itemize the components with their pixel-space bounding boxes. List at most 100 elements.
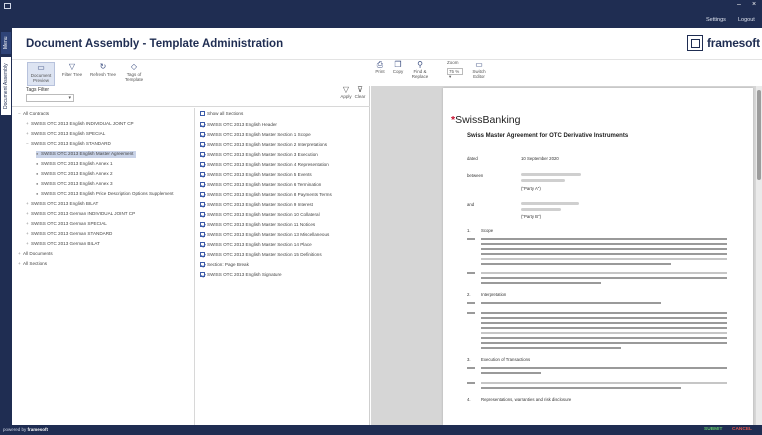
clear-filter-icon: ⊽ [357, 85, 363, 94]
tree-node[interactable]: + SWISS OTC 2013 English SPECIAL [26, 131, 105, 138]
paragraph-number [467, 272, 475, 274]
tree-node[interactable]: + SWISS OTC 2013 German INDIVIDUAL JOINT … [26, 211, 135, 218]
tree-node[interactable]: + SWISS OTC 2013 English BILAT [26, 201, 98, 208]
scrollbar-thumb[interactable] [757, 90, 761, 180]
tag-icon: ◇ [130, 62, 138, 71]
tags-filter-select[interactable]: ▾ [26, 94, 74, 102]
document-title: Swiss Master Agreement for OTC Derivativ… [467, 133, 629, 139]
print-icon: ⎙ [376, 60, 384, 69]
zoom-select[interactable]: 75 % ▾ [447, 68, 463, 79]
copy-button[interactable]: ❐ Copy [391, 60, 405, 74]
tree-node[interactable]: ● SWISS OTC 2013 English Annex 1 [36, 161, 113, 168]
tree-node-selected[interactable]: ● SWISS OTC 2013 English Master Agreement [36, 151, 137, 158]
section-item[interactable]: Section: Page Break [200, 262, 249, 269]
tree-node[interactable]: + All Sections [18, 261, 47, 268]
paragraph-line [481, 382, 727, 384]
tags-filter-label: Tags Filter [26, 87, 50, 93]
paragraph-line [481, 263, 671, 265]
section-item[interactable]: SWISS OTC 2013 English Master Section 6 … [200, 182, 321, 189]
paragraph-number [467, 382, 475, 384]
tree-node[interactable]: − SWISS OTC 2013 English STANDARD [26, 141, 111, 148]
section-item[interactable]: SWISS OTC 2013 English Master Section 2 … [200, 142, 327, 149]
show-all-sections-checkbox[interactable]: Show all Sections [200, 111, 243, 118]
redacted-text [521, 202, 579, 205]
section-item[interactable]: SWISS OTC 2013 English Master Section 13… [200, 232, 329, 239]
framesoft-logo-icon [687, 35, 703, 51]
paragraph-line [481, 372, 541, 374]
tree-node[interactable]: ● SWISS OTC 2013 English Annex 2 [36, 171, 113, 178]
tab-menu[interactable]: Menu [1, 32, 11, 54]
tree-node[interactable]: + SWISS OTC 2013 German SPECIAL [26, 221, 107, 228]
swissbanking-logo: *SwissBanking [451, 114, 521, 126]
section-item[interactable]: SWISS OTC 2013 English Header [200, 122, 277, 129]
section-item[interactable]: SWISS OTC 2013 English Master Section 10… [200, 212, 320, 219]
tree-node[interactable]: + SWISS OTC 2013 English INDIVIDUAL JOINT… [26, 121, 134, 128]
clear-filter-button[interactable]: ⊽ Clear [353, 85, 367, 100]
filter-tree-button[interactable]: ▽ Filter Tree [58, 62, 86, 86]
tags-of-template-button[interactable]: ◇ Tags of Template [120, 62, 148, 86]
cancel-button[interactable]: CANCEL [732, 427, 752, 432]
tree-node[interactable]: + SWISS OTC 2013 German BILAT [26, 241, 100, 248]
paragraph-number [467, 238, 475, 240]
checkbox-checked [200, 242, 205, 247]
paragraph-line [481, 238, 727, 240]
tree-node[interactable]: + All Documents [18, 251, 53, 258]
preview-scrollbar[interactable] [756, 86, 762, 425]
paragraph-line [481, 253, 727, 255]
checkbox-checked [200, 272, 205, 277]
preview-toolbar: ⎙ Print ❐ Copy ⚲ Find & Replace Zoom 75 … [371, 60, 762, 86]
paragraph-line [481, 337, 727, 339]
section-item[interactable]: SWISS OTC 2013 English Master Section 15… [200, 252, 322, 259]
sections-list: Show all Sections SWISS OTC 2013 English… [196, 108, 370, 425]
window-icon [4, 3, 11, 9]
paragraph-line [481, 248, 727, 250]
dated-label: dated [467, 156, 478, 161]
paragraph-line [481, 258, 727, 260]
close-button[interactable]: × [752, 1, 756, 8]
section-item[interactable]: SWISS OTC 2013 English Master Section 5 … [200, 172, 312, 179]
switch-editor-button[interactable]: ▭ Switch Editor [469, 60, 489, 79]
logout-link[interactable]: Logout [738, 17, 755, 23]
section-item[interactable]: SWISS OTC 2013 English Master Section 11… [200, 222, 315, 229]
apply-filter-button[interactable]: ▽ Apply [339, 86, 353, 100]
find-replace-button[interactable]: ⚲ Find & Replace [409, 60, 431, 79]
section-item[interactable]: SWISS OTC 2013 English Master Section 9 … [200, 202, 313, 209]
editor-icon: ▭ [475, 60, 483, 69]
tree-node[interactable]: ● SWISS OTC 2013 English Annex 3 [36, 181, 113, 188]
minimize-button[interactable]: – [737, 1, 741, 8]
checkbox-checked [200, 202, 205, 207]
settings-link[interactable]: Settings [706, 17, 726, 23]
binoculars-icon: ⚲ [417, 60, 423, 69]
dated-value: 10 September 2020 [521, 156, 559, 161]
paragraph-line [481, 347, 621, 349]
checkbox-checked [200, 132, 205, 137]
tree-node[interactable]: ● SWISS OTC 2013 English Price Descriptio… [36, 191, 174, 198]
section-item[interactable]: SWISS OTC 2013 English Signature [200, 272, 282, 279]
document-preview-button[interactable]: ▭ Document Preview [27, 62, 55, 86]
tab-document-assembly[interactable]: Document Assembly [1, 57, 11, 115]
section-item[interactable]: SWISS OTC 2013 English Master Section 8 … [200, 192, 332, 199]
submit-button[interactable]: SUBMIT [704, 427, 722, 432]
paragraph-line [481, 272, 727, 274]
zoom-control: Zoom 75 % ▾ [447, 60, 463, 79]
paragraph-line [481, 342, 727, 344]
print-button[interactable]: ⎙ Print [373, 60, 387, 74]
section-item[interactable]: SWISS OTC 2013 English Master Section 4 … [200, 162, 329, 169]
paragraph-number [467, 367, 475, 369]
paragraph-line [481, 277, 727, 279]
section-item[interactable]: SWISS OTC 2013 English Master Section 3 … [200, 152, 318, 159]
refresh-tree-button[interactable]: ↻ Refresh Tree [89, 62, 117, 86]
powered-by: powered by framesoft [3, 427, 49, 432]
between-label: between [467, 173, 484, 178]
tree-node[interactable]: − All Contracts [18, 111, 49, 118]
tree-node[interactable]: + SWISS OTC 2013 German STANDARD [26, 231, 112, 238]
template-panel: ▭ Document Preview ▽ Filter Tree ↻ Refre… [12, 60, 370, 425]
vertical-tab-bar: Menu Document Assembly [0, 28, 12, 425]
section-item[interactable]: SWISS OTC 2013 English Master Section 14… [200, 242, 312, 249]
logo-text: framesoft [707, 36, 760, 50]
paragraph-line [481, 282, 601, 284]
document-page: *SwissBanking Swiss Master Agreement for… [443, 88, 753, 425]
checkbox-checked [200, 142, 205, 147]
zoom-label: Zoom [447, 60, 459, 65]
section-item[interactable]: SWISS OTC 2013 English Master Section 1 … [200, 132, 311, 139]
